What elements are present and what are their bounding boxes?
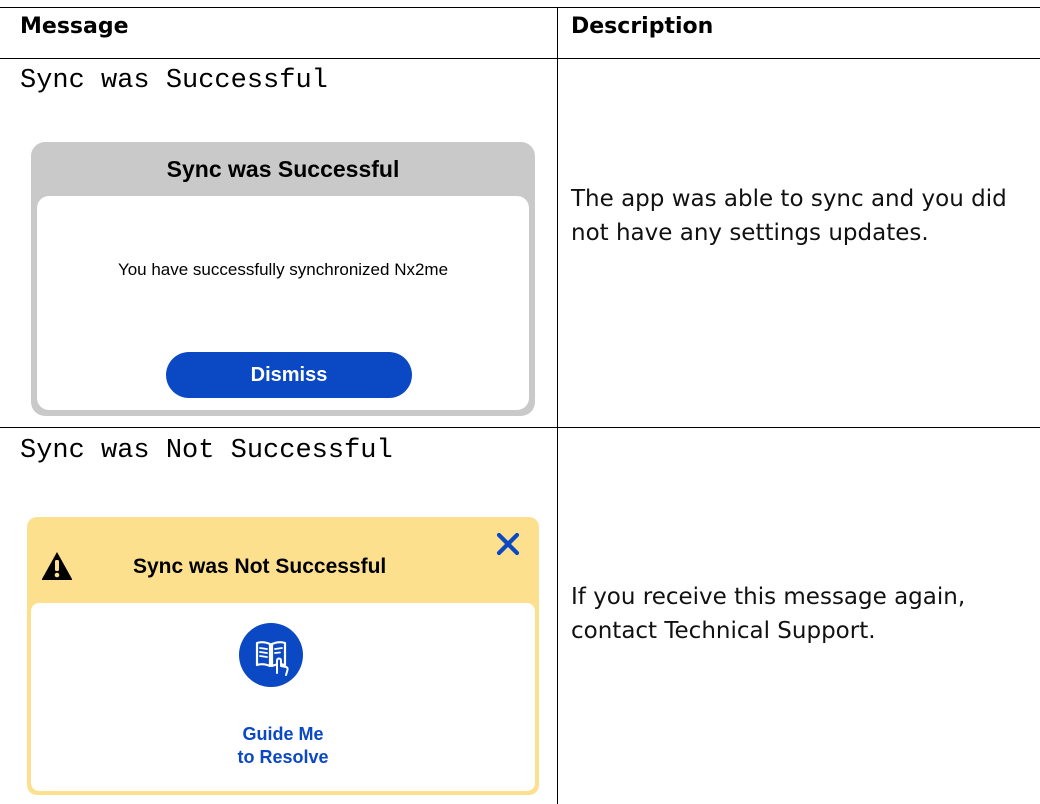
dialog-body: You have successfully synchronized Nx2me…	[37, 196, 529, 410]
guide-me-button[interactable]	[239, 623, 303, 687]
dialog-title: Sync was Successful	[166, 156, 400, 182]
row-divider	[0, 427, 1040, 428]
header-divider	[0, 58, 1040, 59]
row1-message: Sync was Successful	[20, 66, 328, 96]
row2-message: Sync was Not Successful	[20, 436, 393, 466]
dialog-body: Guide Me to Resolve	[31, 603, 535, 791]
dialog-message: You have successfully synchronized Nx2me	[117, 260, 449, 279]
dismiss-button[interactable]: Dismiss	[166, 352, 412, 398]
dialog-title: Sync was Not Successful	[133, 555, 387, 578]
guide-book-icon	[255, 641, 289, 676]
row2-description: If you receive this message again, conta…	[571, 584, 966, 644]
row1-description: The app was able to sync and you did not…	[571, 186, 1007, 246]
guide-me-label[interactable]: Guide Me to Resolve	[31, 723, 535, 769]
table-top-border	[0, 7, 1040, 8]
sync-failed-dialog: Sync was Not Successful Guide Me to Reso…	[27, 517, 539, 795]
sync-success-dialog: Sync was Successful You have successfull…	[31, 142, 535, 416]
column-divider	[557, 8, 558, 804]
warning-icon	[41, 552, 73, 580]
header-description: Description	[571, 14, 714, 39]
header-message: Message	[20, 14, 129, 39]
close-icon[interactable]	[495, 531, 521, 557]
